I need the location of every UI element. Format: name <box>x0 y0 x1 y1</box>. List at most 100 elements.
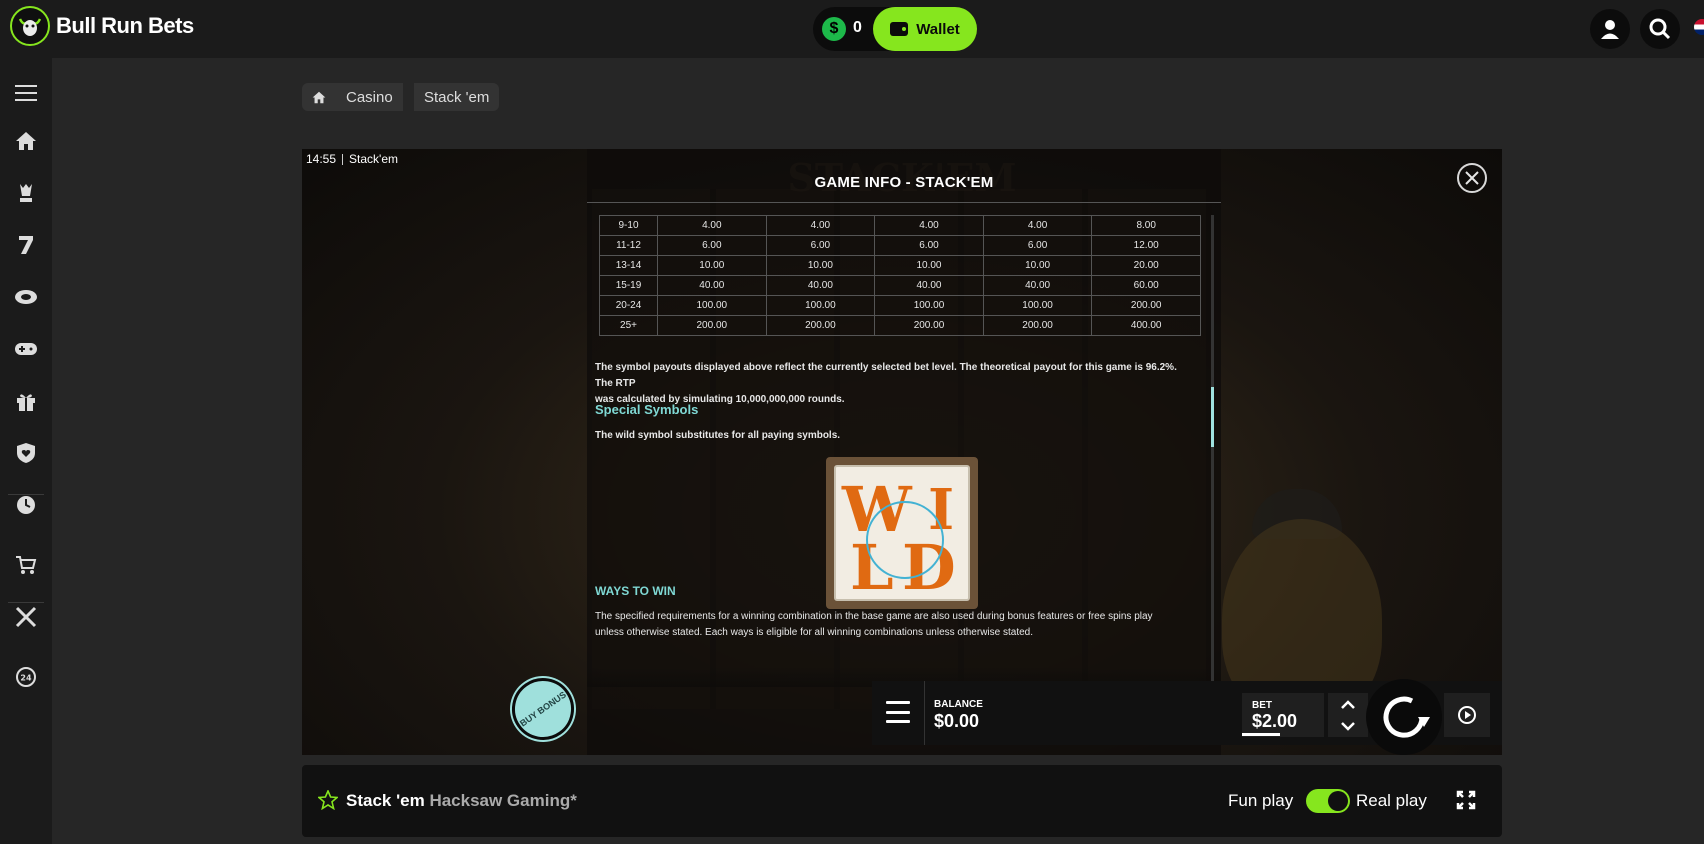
paytable-payout-cell: 4.00 <box>765 215 876 236</box>
sidebar-item-slots[interactable] <box>13 232 39 258</box>
paytable-payout-cell: 40.00 <box>765 275 876 296</box>
paytable-count-cell: 15-19 <box>599 275 658 296</box>
chevron-up-icon[interactable] <box>1341 699 1355 709</box>
search-button[interactable] <box>1640 9 1680 49</box>
bottom-game-title: Stack 'em Hacksaw Gaming* <box>346 791 577 811</box>
wallet-pill: $ 0 Wallet <box>813 7 977 51</box>
game-menu-button[interactable] <box>886 701 910 723</box>
info-title: GAME INFO - STACK'EM <box>814 174 994 191</box>
sidebar-divider <box>8 602 44 603</box>
breadcrumb-casino[interactable]: Casino <box>336 83 403 111</box>
breadcrumb-home[interactable] <box>302 83 336 111</box>
paytable-count-cell: 13-14 <box>599 255 658 276</box>
spin-button[interactable] <box>1366 679 1442 755</box>
sidebar-item-casino[interactable] <box>13 180 39 206</box>
info-scrollbar[interactable] <box>1211 215 1214 689</box>
paytable-payout-cell: 100.00 <box>765 295 876 316</box>
sidebar-item-home[interactable] <box>13 128 39 154</box>
title-divider <box>587 202 1221 203</box>
paytable-payout-cell: 12.00 <box>1091 235 1201 256</box>
paytable-payout-cell: 4.00 <box>982 215 1093 236</box>
brand-name: Bull Run Bets <box>56 13 194 38</box>
gamepad-icon <box>15 343 37 355</box>
paytable-row: 20-24 100.00 100.00 100.00 100.00 200.00 <box>599 295 1201 316</box>
search-icon <box>1649 18 1671 40</box>
sidebar-item-live-casino[interactable] <box>13 284 39 310</box>
paytable-payout-cell: 40.00 <box>657 275 767 296</box>
fun-play-label[interactable]: Fun play <box>1228 791 1293 811</box>
account-button[interactable] <box>1590 9 1630 49</box>
paytable-payout-cell: 4.00 <box>874 215 984 236</box>
sidebar-item-loyalty[interactable] <box>13 440 39 466</box>
header-balance: 0 <box>853 19 862 36</box>
paytable-payout-cell: 40.00 <box>874 275 984 296</box>
sidebar: 24 <box>0 58 52 844</box>
close-info-button[interactable] <box>1457 163 1487 193</box>
paytable-payout-cell: 400.00 <box>1091 315 1201 336</box>
paytable-row: 11-12 6.00 6.00 6.00 6.00 12.00 <box>599 235 1201 256</box>
breadcrumb-game[interactable]: Stack 'em <box>414 83 500 111</box>
paytable-payout-cell: 6.00 <box>765 235 876 256</box>
paytable-payout-cell: 100.00 <box>874 295 984 316</box>
info-scrollbar-thumb[interactable] <box>1211 387 1214 447</box>
paytable-payout-cell: 200.00 <box>982 315 1093 336</box>
bull-logo-icon <box>10 6 50 46</box>
game-frame[interactable]: STACK'EM 14:55 Stack'em GAME INFO - STAC… <box>302 149 1502 755</box>
clock-icon <box>17 496 35 514</box>
user-icon <box>1601 20 1619 39</box>
game-info-panel[interactable]: GAME INFO - STACK'EM 9-10 4.00 4.00 4.00 4.0… <box>587 149 1502 755</box>
sidebar-item-games[interactable] <box>13 336 39 362</box>
favorite-star-icon[interactable] <box>318 790 338 810</box>
balance-value: $0.00 <box>934 711 980 731</box>
paytable-payout-cell: 6.00 <box>657 235 767 256</box>
fullscreen-icon[interactable] <box>1456 790 1476 810</box>
bet-display[interactable]: BET $2.00 <box>1242 693 1324 737</box>
paytable-payout-cell: 4.00 <box>657 215 767 236</box>
paytable: 9-10 4.00 4.00 4.00 4.00 8.00 11-12 6.00 6.00 6.0… <box>599 215 1201 336</box>
paytable-payout-cell: 40.00 <box>982 275 1093 296</box>
gift-icon <box>17 394 35 411</box>
seven-icon <box>19 236 33 254</box>
paytable-payout-cell: 6.00 <box>982 235 1093 256</box>
support-24-icon: 24 <box>16 667 36 687</box>
ways-text-line-1: The specified requirements for a winning… <box>595 611 1153 622</box>
crossed-swords-icon <box>15 606 37 628</box>
sidebar-menu-button[interactable] <box>13 80 39 106</box>
bet-value: $2.00 <box>1252 711 1298 731</box>
sidebar-item-sports[interactable] <box>13 604 39 630</box>
paytable-payout-cell: 8.00 <box>1091 215 1201 236</box>
svg-text:24: 24 <box>20 674 32 683</box>
sidebar-item-support[interactable]: 24 <box>13 664 39 690</box>
play-mode-toggle[interactable] <box>1306 789 1350 813</box>
sidebar-item-promotions[interactable] <box>13 388 39 414</box>
game-provider[interactable]: Hacksaw Gaming* <box>429 791 576 810</box>
paytable-payout-cell: 10.00 <box>874 255 984 276</box>
game-name: Stack 'em <box>346 791 425 810</box>
autoplay-button[interactable] <box>1444 693 1490 737</box>
rtp-text: The symbol payouts displayed above refle… <box>595 360 1195 408</box>
chess-piece-icon <box>20 184 32 202</box>
dollar-coin-icon: $ <box>822 17 846 41</box>
paytable-row: 13-14 10.00 10.00 10.00 10.00 20.00 <box>599 255 1201 276</box>
hamburger-icon <box>15 85 37 101</box>
paytable-payout-cell: 200.00 <box>1091 295 1201 316</box>
paytable-payout-cell: 10.00 <box>982 255 1093 276</box>
game-window-title: Stack'em <box>349 152 399 166</box>
wallet-button[interactable]: Wallet <box>873 7 977 51</box>
brand-logo[interactable]: Bull Run Bets <box>10 6 194 46</box>
paytable-payout-cell: 10.00 <box>657 255 767 276</box>
wild-symbol-image: W I L D <box>826 457 978 609</box>
paytable-count-cell: 20-24 <box>599 295 658 316</box>
game-hud: BALANCE $0.00 BET $2.00 <box>872 679 1502 755</box>
chevron-down-icon[interactable] <box>1341 721 1355 731</box>
close-icon <box>1465 171 1479 185</box>
sidebar-item-history[interactable] <box>13 492 39 518</box>
sidebar-item-shop[interactable] <box>13 552 39 578</box>
paytable-count-cell: 11-12 <box>599 235 658 256</box>
paytable-payout-cell: 100.00 <box>657 295 767 316</box>
paytable-payout-cell: 200.00 <box>657 315 767 336</box>
real-play-label[interactable]: Real play <box>1356 791 1427 811</box>
language-flag-icon[interactable] <box>1694 19 1704 35</box>
paytable-row: 25+ 200.00 200.00 200.00 200.00 400.00 <box>599 315 1201 336</box>
bet-level-bar <box>1242 733 1280 736</box>
